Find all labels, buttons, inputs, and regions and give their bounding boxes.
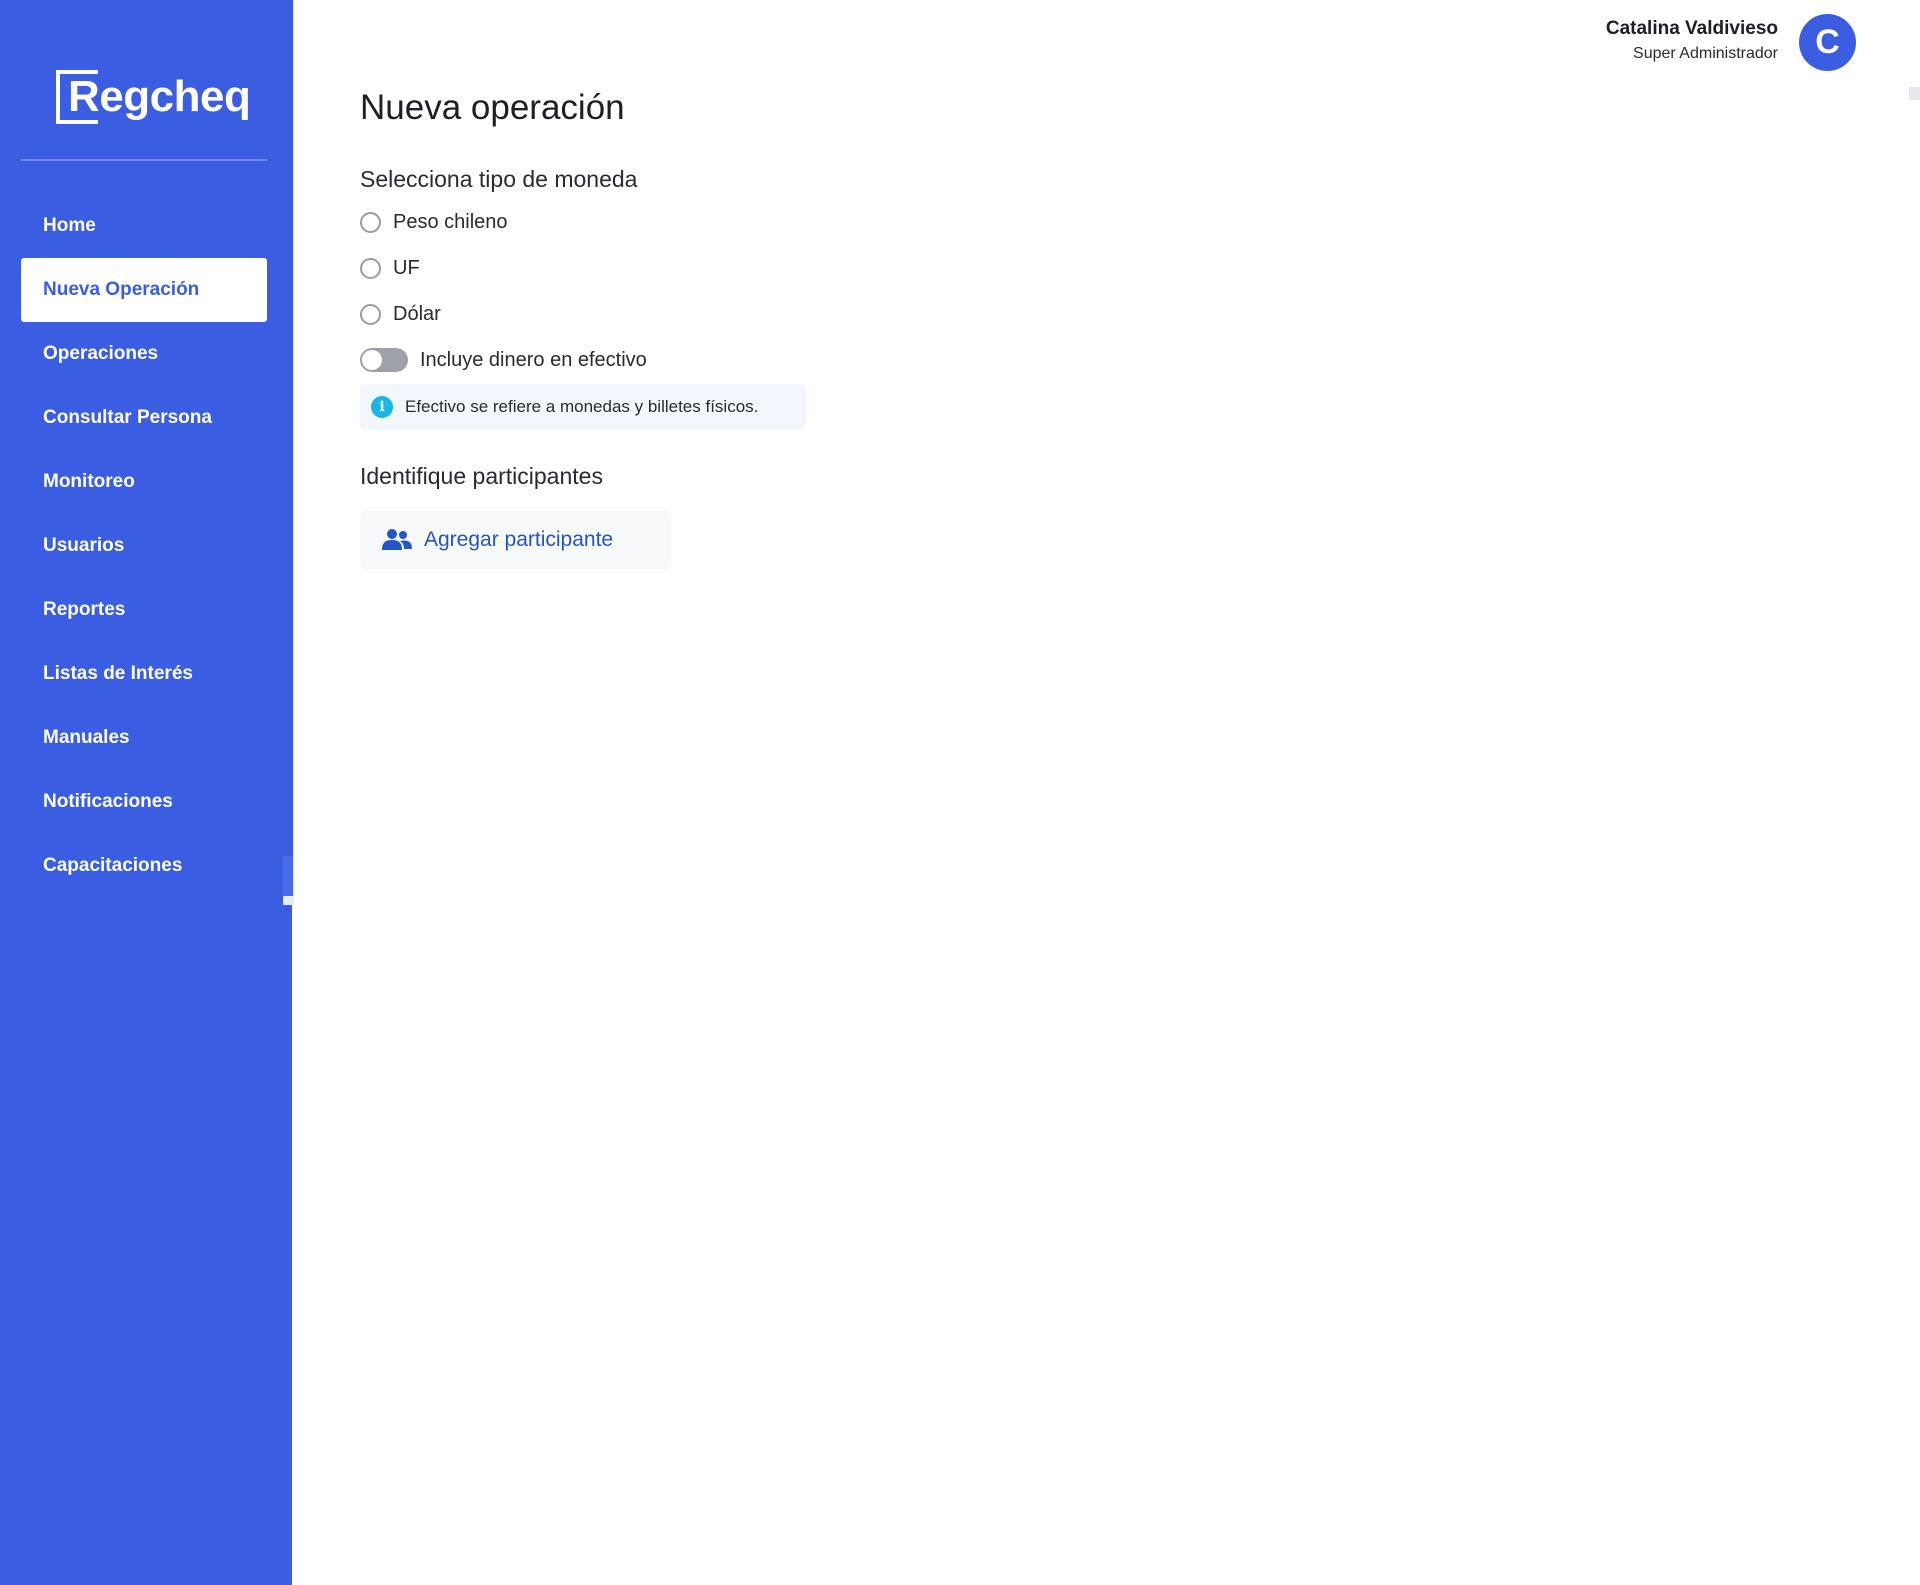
sidebar-divider bbox=[21, 159, 267, 161]
currency-section-title: Selecciona tipo de moneda bbox=[360, 166, 638, 192]
cash-toggle[interactable] bbox=[360, 348, 408, 372]
add-participant-button[interactable]: Agregar participante bbox=[360, 511, 671, 569]
user-info[interactable]: Catalina Valdivieso Super Administrador bbox=[1606, 18, 1778, 63]
toggle-knob bbox=[362, 350, 382, 370]
sidebar-item-listas-de-interes[interactable]: Listas de Interés bbox=[21, 642, 267, 706]
sidebar-scrollbar-thumb[interactable] bbox=[283, 0, 294, 856]
sidebar-item-manuales[interactable]: Manuales bbox=[21, 706, 267, 770]
currency-radio-group: Peso chileno UF Dólar bbox=[360, 199, 806, 337]
add-participant-label: Agregar participante bbox=[424, 528, 614, 551]
main-content: Nueva operación Selecciona tipo de moned… bbox=[360, 88, 806, 569]
radio-button[interactable] bbox=[360, 211, 381, 233]
sidebar-item-monitoreo[interactable]: Monitoreo bbox=[21, 450, 267, 514]
logo-text: Regcheq bbox=[68, 72, 251, 121]
radio-label: Dólar bbox=[393, 302, 441, 325]
sidebar-item-reportes[interactable]: Reportes bbox=[21, 578, 267, 642]
info-note-text: Efectivo se refiere a monedas y billetes… bbox=[405, 397, 759, 416]
users-icon bbox=[382, 529, 412, 550]
avatar[interactable]: C bbox=[1799, 14, 1856, 71]
sidebar-nav: Home Nueva Operación Operaciones Consult… bbox=[21, 194, 267, 898]
currency-option-uf[interactable]: UF bbox=[360, 245, 806, 291]
user-role: Super Administrador bbox=[1633, 45, 1778, 62]
cash-toggle-row[interactable]: Incluye dinero en efectivo bbox=[360, 337, 806, 383]
sidebar-item-capacitaciones[interactable]: Capacitaciones bbox=[21, 834, 267, 898]
cash-toggle-label: Incluye dinero en efectivo bbox=[420, 348, 647, 371]
radio-button[interactable] bbox=[360, 257, 381, 279]
sidebar-item-nueva-operacion[interactable]: Nueva Operación bbox=[21, 258, 267, 322]
regcheq-logo[interactable]: Regcheq bbox=[56, 70, 251, 124]
info-note: i Efectivo se refiere a monedas y billet… bbox=[360, 384, 806, 430]
radio-label: UF bbox=[393, 256, 420, 279]
sidebar-item-consultar-persona[interactable]: Consultar Persona bbox=[21, 386, 267, 450]
sidebar-item-home[interactable]: Home bbox=[21, 194, 267, 258]
radio-button[interactable] bbox=[360, 303, 381, 325]
user-name: Catalina Valdivieso bbox=[1605, 18, 1778, 39]
sidebar-scrollbar-end bbox=[283, 856, 294, 896]
sidebar-item-operaciones[interactable]: Operaciones bbox=[21, 322, 267, 386]
sidebar-item-notificaciones[interactable]: Notificaciones bbox=[21, 770, 267, 834]
participants-section-title: Identifique participantes bbox=[360, 463, 603, 489]
radio-label: Peso chileno bbox=[393, 210, 508, 233]
page-scrollbar-thumb[interactable] bbox=[1909, 87, 1920, 100]
currency-option-dolar[interactable]: Dólar bbox=[360, 291, 806, 337]
sidebar-item-usuarios[interactable]: Usuarios bbox=[21, 514, 267, 578]
info-icon: i bbox=[371, 396, 393, 418]
page-title: Nueva operación bbox=[360, 88, 625, 127]
currency-option-peso-chileno[interactable]: Peso chileno bbox=[360, 199, 806, 245]
sidebar: Regcheq Home Nueva Operación Operaciones… bbox=[0, 0, 292, 1585]
